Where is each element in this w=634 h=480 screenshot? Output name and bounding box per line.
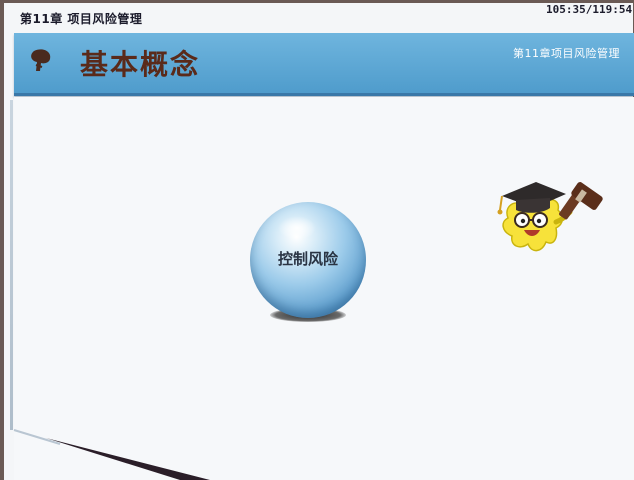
chapter-label: 第11章 项目风险管理 xyxy=(20,12,143,26)
decorative-left-line xyxy=(10,100,13,430)
playback-timer: 105:35/119:54 xyxy=(546,3,633,16)
star-professor-gavel-icon xyxy=(497,182,603,252)
page-title: 基本概念 xyxy=(80,48,201,81)
sphere-label: 控制风险 xyxy=(277,250,338,268)
sphere-highlight xyxy=(278,216,316,240)
brush-bullet-icon xyxy=(31,49,51,71)
slide-header: 基本概念 第11章项目风险管理 xyxy=(14,33,634,96)
concept-sphere[interactable]: 控制风险 xyxy=(250,202,368,326)
header-subtitle: 第11章项目风险管理 xyxy=(513,47,620,60)
